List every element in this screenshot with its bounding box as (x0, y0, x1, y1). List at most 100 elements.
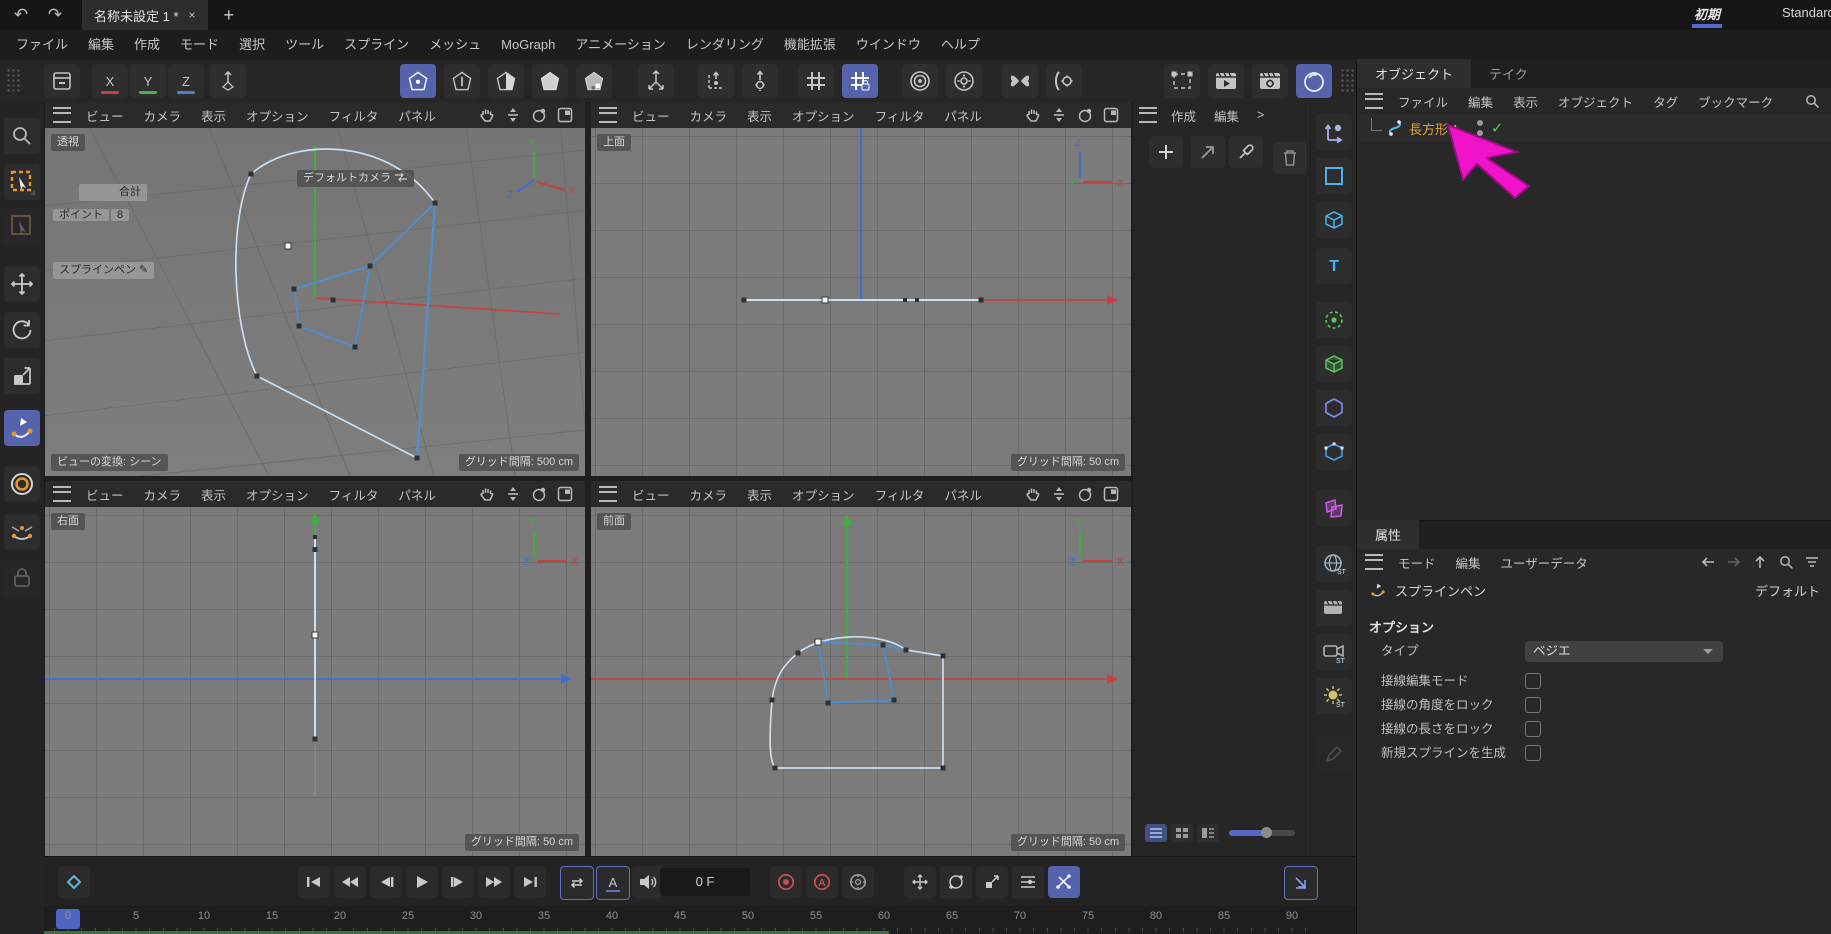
panel-menu-icon[interactable] (1365, 93, 1383, 109)
menu-edit[interactable]: 編集 (78, 30, 124, 60)
vp-menu-panel[interactable]: パネル (389, 106, 445, 125)
pan-hand-icon[interactable] (475, 106, 499, 124)
undo-icon[interactable]: ↶ (8, 4, 34, 26)
selected-point[interactable] (285, 243, 291, 249)
panel-menu-icon[interactable] (1139, 107, 1157, 123)
forward-arrow-icon[interactable] (1722, 553, 1746, 571)
dolly-icon[interactable] (501, 485, 525, 503)
vp-menu-options[interactable]: オプション (237, 485, 318, 504)
selected-point[interactable] (312, 632, 318, 638)
checkbox-create-new-spline[interactable] (1525, 745, 1541, 761)
icon-size-slider[interactable] (1229, 830, 1295, 836)
panel-menu-icon[interactable] (1365, 554, 1383, 570)
menu-mograph[interactable]: MoGraph (491, 30, 565, 60)
menu-overflow[interactable]: > (1249, 108, 1272, 122)
menu-mesh[interactable]: メッシュ (419, 30, 491, 60)
axis-x-button[interactable]: X (92, 64, 128, 98)
vp-menu-panel[interactable]: パネル (935, 485, 991, 504)
eyedropper-button[interactable] (1229, 136, 1263, 168)
viewport-right[interactable]: ビュー カメラ 表示 オプション フィルタ パネル (45, 481, 585, 856)
autokey-button[interactable]: A (806, 866, 838, 898)
attr-menu-mode[interactable]: モード (1389, 553, 1445, 572)
cube-wireframe-icon[interactable] (1316, 202, 1352, 238)
grid-view-toggle[interactable] (1171, 824, 1193, 842)
workplane-grid-button[interactable] (798, 64, 834, 98)
coordinate-system-button[interactable] (210, 64, 246, 98)
redo-icon[interactable]: ↷ (42, 4, 68, 26)
timeline-ruler[interactable]: 0 5 10 15 20 25 30 35 40 45 50 55 60 65 … (44, 906, 1356, 934)
viewport-top-canvas[interactable]: Z X Y 上面 グリッド間隔: 50 cm (591, 128, 1131, 476)
render-settings-button[interactable] (946, 64, 982, 98)
pen-dim-icon[interactable] (1316, 736, 1352, 772)
list-view-toggle[interactable] (1145, 824, 1167, 842)
maximize-view-icon[interactable] (553, 106, 577, 124)
dolly-icon[interactable] (501, 106, 525, 124)
viewport-menu-icon[interactable] (599, 107, 617, 123)
next-key-button[interactable] (478, 866, 510, 898)
modeling-settings-button[interactable] (1046, 64, 1082, 98)
viewport-perspective[interactable]: ビュー カメラ 表示 オプション フィルタ パネル (45, 102, 585, 476)
keyframe-settings-button[interactable] (842, 866, 874, 898)
vp-menu-display[interactable]: 表示 (738, 485, 781, 504)
stage-icon[interactable] (1316, 590, 1352, 626)
axis-tool-button[interactable] (638, 64, 674, 98)
up-arrow-icon[interactable] (1748, 553, 1772, 571)
dolly-icon[interactable] (1047, 485, 1071, 503)
create-menu[interactable]: 作成 (1163, 106, 1204, 125)
model-mode-button[interactable] (532, 64, 568, 98)
text-object-icon[interactable]: T (1316, 248, 1352, 284)
menu-render[interactable]: レンダリング (676, 30, 774, 60)
viewport-front-canvas[interactable]: Y X Z 前面 グリッド間隔: 50 cm (591, 507, 1131, 856)
locked-tool-icon[interactable] (4, 560, 40, 596)
checkbox-tangent-edit[interactable] (1525, 673, 1541, 689)
menu-animation[interactable]: アニメーション (565, 30, 675, 60)
viewport-menu-icon[interactable] (53, 107, 71, 123)
next-frame-button[interactable] (442, 866, 474, 898)
pan-hand-icon[interactable] (1021, 485, 1045, 503)
section-options[interactable]: オプション (1369, 617, 1434, 636)
tab-takes[interactable]: テイク (1471, 59, 1546, 88)
loop-playback-button[interactable] (560, 866, 594, 900)
edit-menu[interactable]: 編集 (1206, 106, 1247, 125)
vp-menu-filter[interactable]: フィルタ (320, 485, 388, 504)
om-menu-objects[interactable]: オブジェクト (1549, 92, 1642, 111)
orbit-icon[interactable] (1073, 106, 1097, 124)
menu-help[interactable]: ヘルプ (931, 30, 990, 60)
orbit-icon[interactable] (527, 485, 551, 503)
record-parameter-toggle[interactable] (1012, 866, 1044, 898)
vp-menu-view[interactable]: ビュー (623, 485, 679, 504)
maximize-view-icon[interactable] (1099, 106, 1123, 124)
live-select-tool[interactable] (4, 208, 40, 244)
gizmo-settings-button[interactable] (742, 64, 778, 98)
edges-mode-button[interactable] (444, 64, 480, 98)
dolly-icon[interactable] (1047, 106, 1071, 124)
vp-menu-camera[interactable]: カメラ (135, 106, 191, 125)
attr-menu-userdata[interactable]: ユーザーデータ (1492, 553, 1597, 572)
visibility-dots[interactable] (1477, 120, 1483, 136)
vp-menu-panel[interactable]: パネル (935, 106, 991, 125)
save-button[interactable] (44, 64, 80, 98)
layout-selector[interactable]: 初期 (1694, 4, 1720, 23)
checkbox-lock-tangent-angle[interactable] (1525, 697, 1541, 713)
green-cube-icon[interactable] (1316, 346, 1352, 382)
vp-menu-display[interactable]: 表示 (192, 485, 235, 504)
tab-objects[interactable]: オブジェクト (1357, 59, 1471, 88)
rotate-tool[interactable] (4, 312, 40, 348)
enable-check-icon[interactable]: ✓ (1491, 119, 1504, 137)
camera-chip[interactable]: デフォルトカメラ (297, 170, 414, 187)
object-name[interactable]: 長方形.1 (1409, 119, 1459, 138)
timeline-corner-button[interactable] (1284, 866, 1318, 900)
frame-counter[interactable]: 0 F (660, 868, 750, 896)
vp-menu-camera[interactable]: カメラ (681, 106, 737, 125)
close-tab-icon[interactable]: × (189, 8, 196, 22)
polygons-mode-button[interactable] (488, 64, 524, 98)
goto-start-button[interactable] (298, 866, 330, 898)
selected-point[interactable] (822, 297, 828, 303)
menu-select[interactable]: 選択 (229, 30, 275, 60)
vp-menu-filter[interactable]: フィルタ (866, 485, 934, 504)
detail-view-toggle[interactable] (1197, 824, 1219, 842)
axis-z-button[interactable]: Z (168, 64, 204, 98)
menu-tools[interactable]: ツール (275, 30, 334, 60)
viewport-menu-icon[interactable] (599, 486, 617, 502)
orbit-icon[interactable] (527, 106, 551, 124)
